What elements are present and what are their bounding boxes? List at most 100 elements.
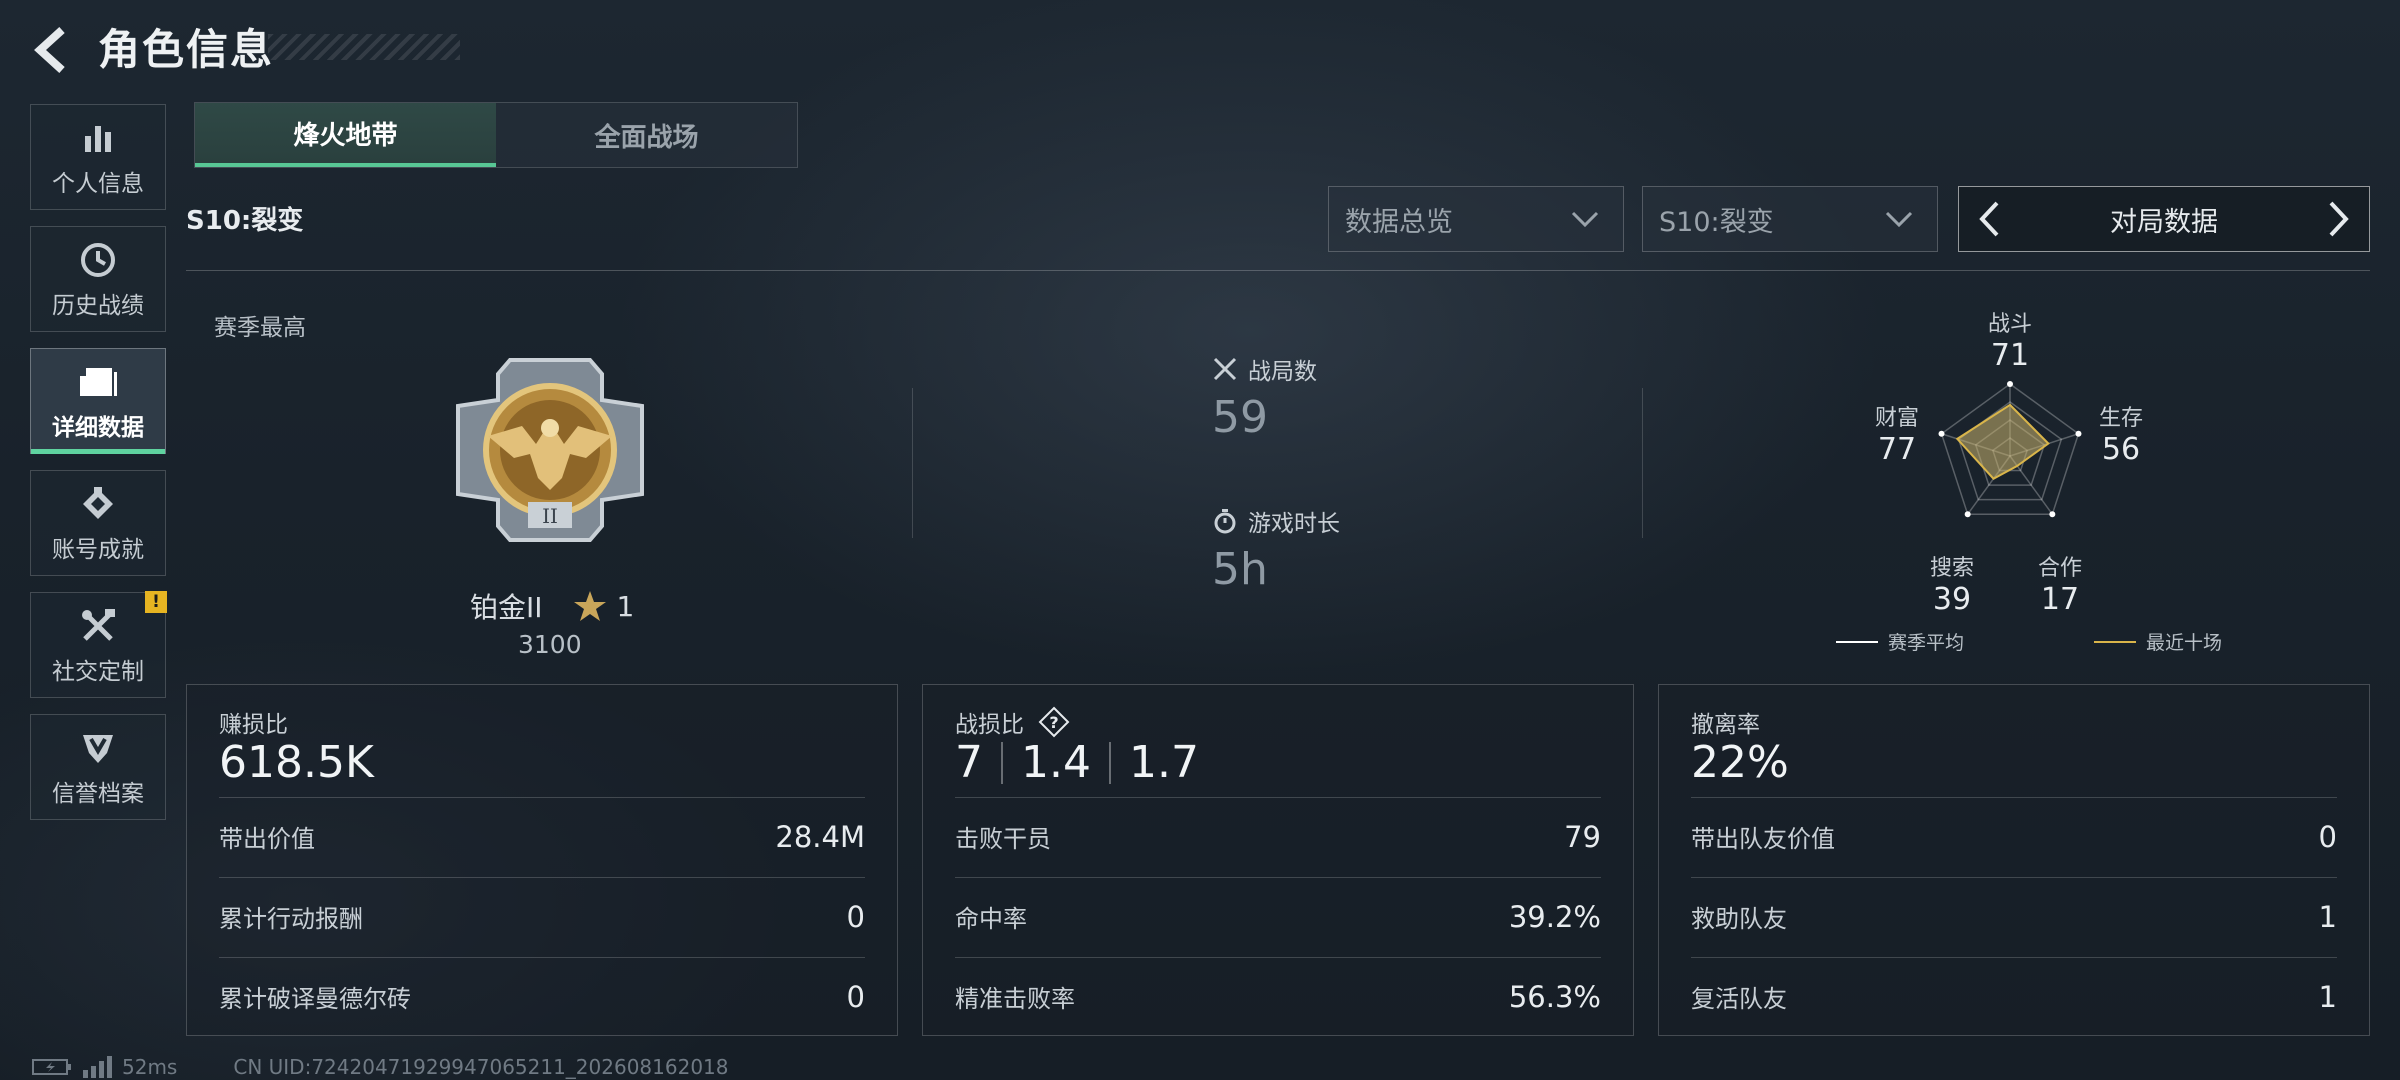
data-type-dropdown[interactable]: 数据总览 — [1328, 186, 1624, 252]
row-label: 累计破译曼德尔砖 — [219, 985, 411, 1013]
divider — [186, 270, 2370, 271]
row-value: 1 — [2318, 899, 2337, 934]
tab-fire-zone[interactable]: 烽火地带 — [195, 103, 496, 167]
shield-icon — [76, 726, 120, 770]
bar-chart-icon — [76, 116, 120, 160]
row-value: 39.2% — [1508, 899, 1601, 934]
row-value: 28.4M — [775, 819, 865, 854]
legend-line-season-avg — [1836, 640, 1878, 643]
stopwatch-icon — [1214, 509, 1236, 534]
notification-badge: ! — [145, 591, 167, 613]
radar-value-cooperation: 17 — [2040, 582, 2080, 617]
pager-label: 对局数据 — [2110, 206, 2218, 238]
row-value: 79 — [1564, 819, 1601, 854]
battery-icon — [32, 1059, 71, 1075]
row-value: 0 — [846, 899, 865, 934]
extraction-rate-card: 撤离率 22% 带出队友价值 0 救助队友 1 复活队友 1 — [1658, 684, 2370, 1036]
rank-score: 3100 — [518, 630, 582, 659]
radar-value-survival: 56 — [2101, 432, 2141, 467]
legend-label: 最近十场 — [2146, 632, 2223, 654]
sidebar-item-label: 个人信息 — [52, 171, 144, 197]
rank-name: 铂金II — [470, 591, 543, 624]
help-icon[interactable]: ? — [1038, 706, 1070, 738]
radar-label-cooperation: 合作 — [2037, 556, 2082, 581]
row-label: 累计行动报酬 — [219, 905, 363, 933]
ability-radar: 战斗 71 生存 56 合作 17 搜索 39 财富 77 — [1820, 296, 2200, 617]
season-best-label: 赛季最高 — [214, 315, 306, 341]
chevron-left-icon — [1979, 201, 1999, 237]
card-title: 赚损比 — [219, 712, 288, 738]
ping-value: 52ms — [122, 1055, 178, 1079]
signal-icon — [83, 1056, 112, 1078]
kd-value-2: 1.4 — [1021, 737, 1091, 788]
sidebar-item-social[interactable]: 社交定制 ! — [30, 591, 167, 698]
row-label: 复活队友 — [1691, 985, 1787, 1013]
list-item: 击败干员 79 — [955, 797, 1601, 875]
radar-label-survival: 生存 — [2098, 406, 2143, 431]
sidebar-item-label: 详细数据 — [52, 415, 144, 441]
back-button[interactable] — [28, 22, 72, 78]
list-item: 命中率 39.2% — [955, 877, 1601, 955]
sidebar-item-detailed-data[interactable]: 详细数据 — [30, 348, 166, 454]
radar-axis-dot — [2007, 381, 2013, 387]
radar-axis-dot — [2049, 511, 2056, 518]
back-arrow-icon — [34, 27, 65, 73]
radar-label-combat: 战斗 — [1987, 312, 2032, 337]
row-label: 命中率 — [955, 905, 1027, 933]
match-data-pager: 对局数据 — [1958, 186, 2370, 252]
rank-medal-emblem: II — [450, 352, 650, 548]
card-title: 战损比 ? — [955, 705, 1070, 739]
star-icon — [573, 591, 606, 621]
season-label: S10:裂变 — [186, 206, 304, 236]
sidebar-item-personal-info[interactable]: 个人信息 — [30, 104, 166, 210]
row-label: 救助队友 — [1691, 905, 1787, 933]
chevron-down-icon — [1571, 211, 1599, 228]
profit-loss-card: 赚损比 618.5K 带出价值 28.4M 累计行动报酬 0 累计破译曼德尔砖 … — [186, 684, 898, 1036]
matches-stat: 战局数 59 — [1212, 352, 1317, 443]
radar-label-search: 搜索 — [1929, 556, 1974, 581]
radar-axis-dot — [2075, 430, 2082, 437]
card-main-value: 7 1.4 1.7 — [955, 737, 1199, 788]
card-title: 撤离率 — [1691, 712, 1760, 738]
chevron-right-icon — [2329, 201, 2349, 237]
sidebar-item-reputation[interactable]: 信誉档案 — [30, 714, 166, 820]
tools-icon — [76, 604, 120, 648]
pager-prev-button[interactable] — [1969, 197, 2009, 241]
tab-full-battlefield[interactable]: 全面战场 — [496, 103, 797, 167]
sidebar-item-label: 社交定制 — [52, 659, 144, 685]
row-value: 0 — [846, 979, 865, 1014]
status-bar: 52ms CN UID:724204719299470​65211_202608… — [32, 1055, 729, 1079]
svg-text:II: II — [542, 504, 558, 528]
sidebar-item-history[interactable]: 历史战绩 — [30, 226, 166, 332]
list-item: 复活队友 1 — [1691, 957, 2337, 1035]
list-item: 累计破译曼德尔砖 0 — [219, 957, 865, 1035]
season-dropdown[interactable]: S10:裂变 — [1642, 186, 1938, 252]
kd-value-1: 7 — [955, 737, 983, 788]
history-icon — [76, 238, 120, 282]
radar-axis-dot — [1938, 430, 1945, 437]
list-item: 救助队友 1 — [1691, 877, 2337, 955]
chevron-down-icon — [1885, 211, 1913, 228]
dropdown-value: S10:裂变 — [1659, 206, 1774, 238]
rank-info: 铂金II 1 — [470, 586, 634, 626]
sidebar-item-achievements[interactable]: 账号成就 — [30, 470, 166, 576]
radar-axis-dot — [1964, 511, 1971, 518]
pager-next-button[interactable] — [2319, 197, 2359, 241]
folder-icon — [76, 360, 120, 404]
legend-line-recent — [2094, 640, 2137, 643]
row-value: 1 — [2318, 979, 2337, 1014]
row-label: 击败干员 — [955, 825, 1051, 853]
list-item: 带出队友价值 0 — [1691, 797, 2337, 875]
dropdown-value: 数据总览 — [1345, 206, 1453, 238]
radar-value-combat: 71 — [1990, 338, 2030, 373]
divider — [912, 388, 913, 538]
kd-value-3: 1.7 — [1128, 737, 1199, 788]
achievement-icon — [76, 482, 120, 526]
mode-tabs: 烽火地带 全面战场 — [194, 102, 798, 168]
playtime-value: 5h — [1212, 544, 1268, 595]
playtime-label: 游戏时长 — [1248, 511, 1340, 537]
user-uid: CN UID:724204719299470​65211_20260816201… — [233, 1055, 729, 1079]
sidebar-item-label: 账号成就 — [52, 537, 144, 563]
radar-value-search: 39 — [1932, 582, 1972, 617]
row-label: 带出队友价值 — [1691, 825, 1835, 853]
